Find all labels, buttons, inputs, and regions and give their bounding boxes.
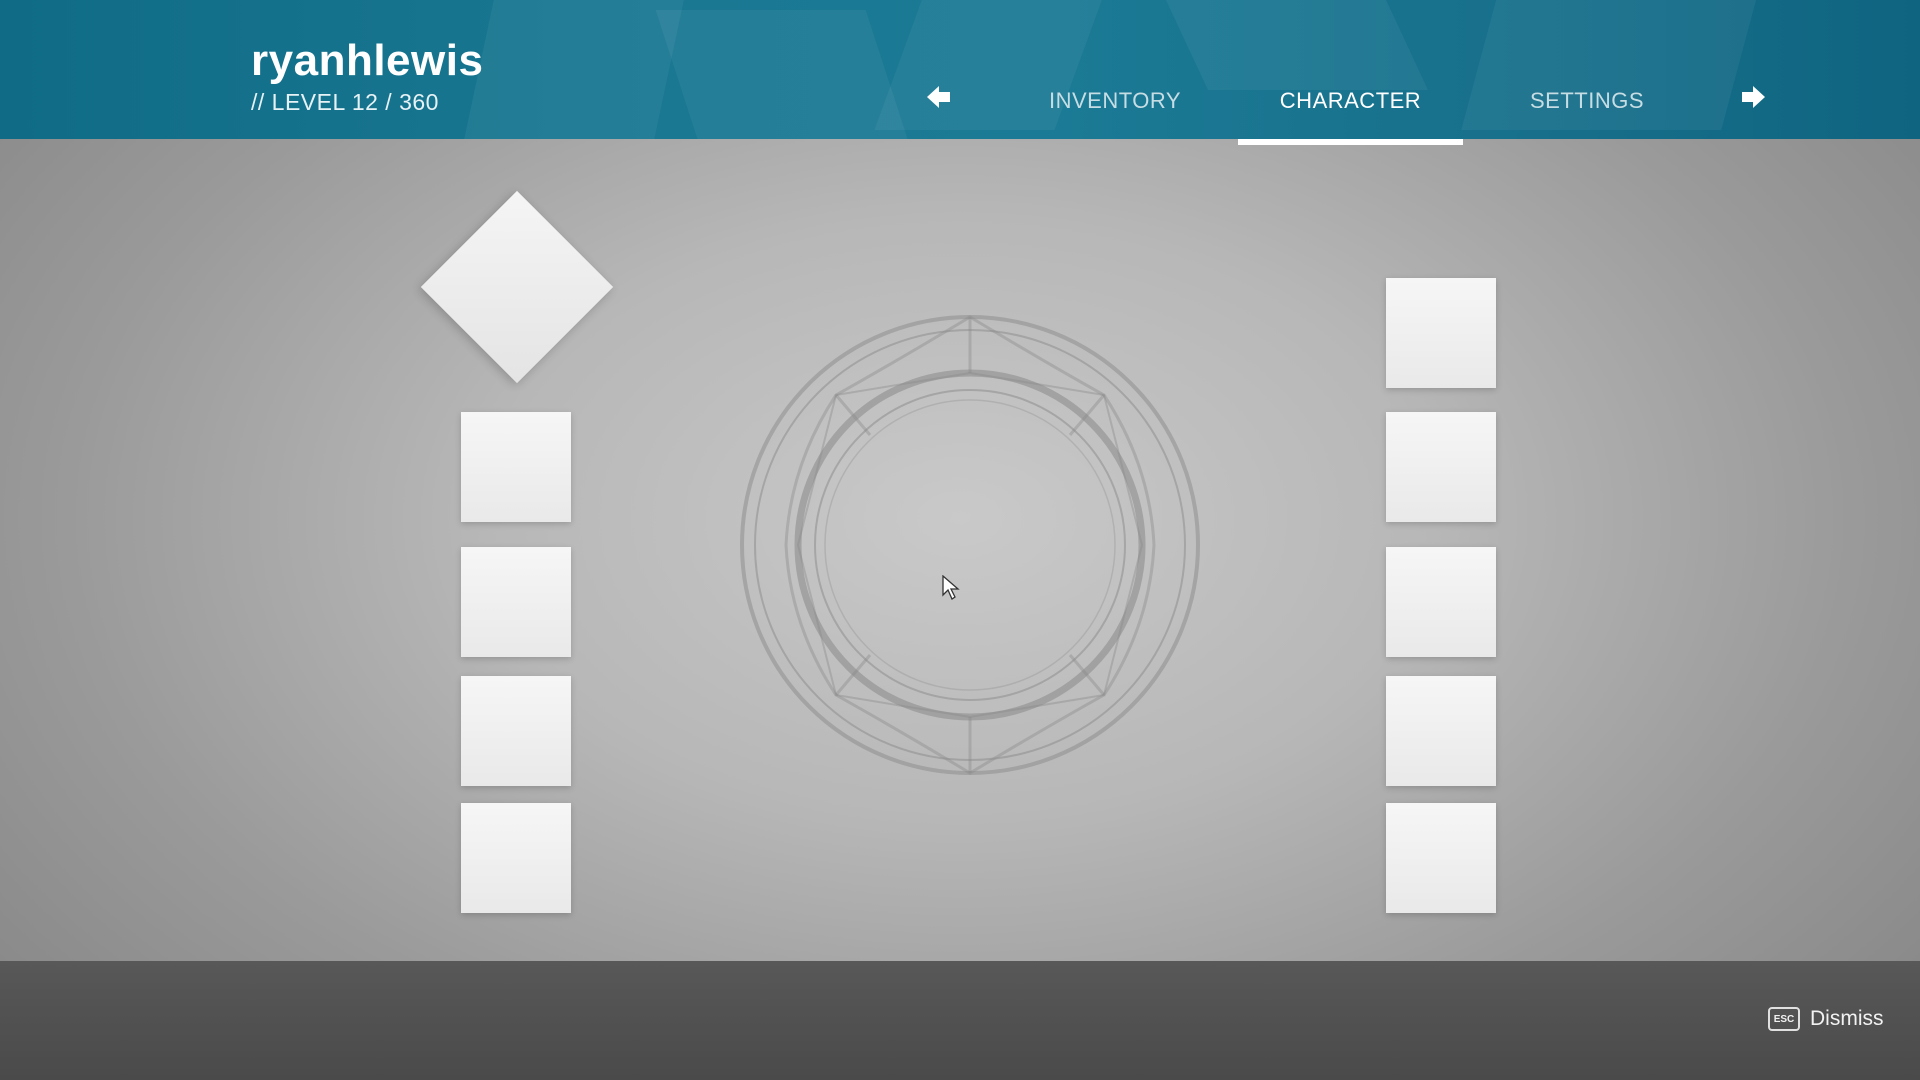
right-equipment-slot-5[interactable] — [1386, 803, 1496, 913]
tab-settings[interactable]: SETTINGS — [1522, 88, 1652, 114]
right-equipment-slot-4[interactable] — [1386, 676, 1496, 786]
right-equipment-slot-2[interactable] — [1386, 412, 1496, 522]
esc-key-icon: ESC — [1768, 1007, 1800, 1031]
active-tab-indicator — [1238, 139, 1463, 145]
right-equipment-slot-1[interactable] — [1386, 278, 1496, 388]
arrow-left-icon[interactable] — [926, 84, 952, 110]
player-level: // LEVEL 12 / 360 — [251, 89, 439, 115]
dismiss-label: Dismiss — [1810, 1007, 1884, 1030]
left-equipment-slot-4[interactable] — [461, 803, 571, 913]
mouse-cursor-icon — [942, 574, 960, 601]
character-emblem-icon — [730, 305, 1210, 785]
arrow-right-icon[interactable] — [1740, 84, 1766, 110]
tab-inventory[interactable]: INVENTORY — [1045, 88, 1185, 114]
menu-footer — [0, 961, 1920, 1080]
game-menu-screen: ryanhlewis // LEVEL 12 / 360 INVENTORY C… — [0, 0, 1920, 1080]
primary-equipment-slot[interactable] — [420, 190, 614, 384]
left-equipment-slot-1[interactable] — [461, 412, 571, 522]
dismiss-button[interactable]: ESC Dismiss — [1768, 1007, 1884, 1031]
left-equipment-slot-3[interactable] — [461, 676, 571, 786]
left-equipment-slot-2[interactable] — [461, 547, 571, 657]
right-equipment-slot-3[interactable] — [1386, 547, 1496, 657]
menu-header: ryanhlewis // LEVEL 12 / 360 INVENTORY C… — [0, 0, 1920, 139]
player-name: ryanhlewis — [251, 36, 484, 85]
tab-character[interactable]: CHARACTER — [1263, 88, 1438, 114]
